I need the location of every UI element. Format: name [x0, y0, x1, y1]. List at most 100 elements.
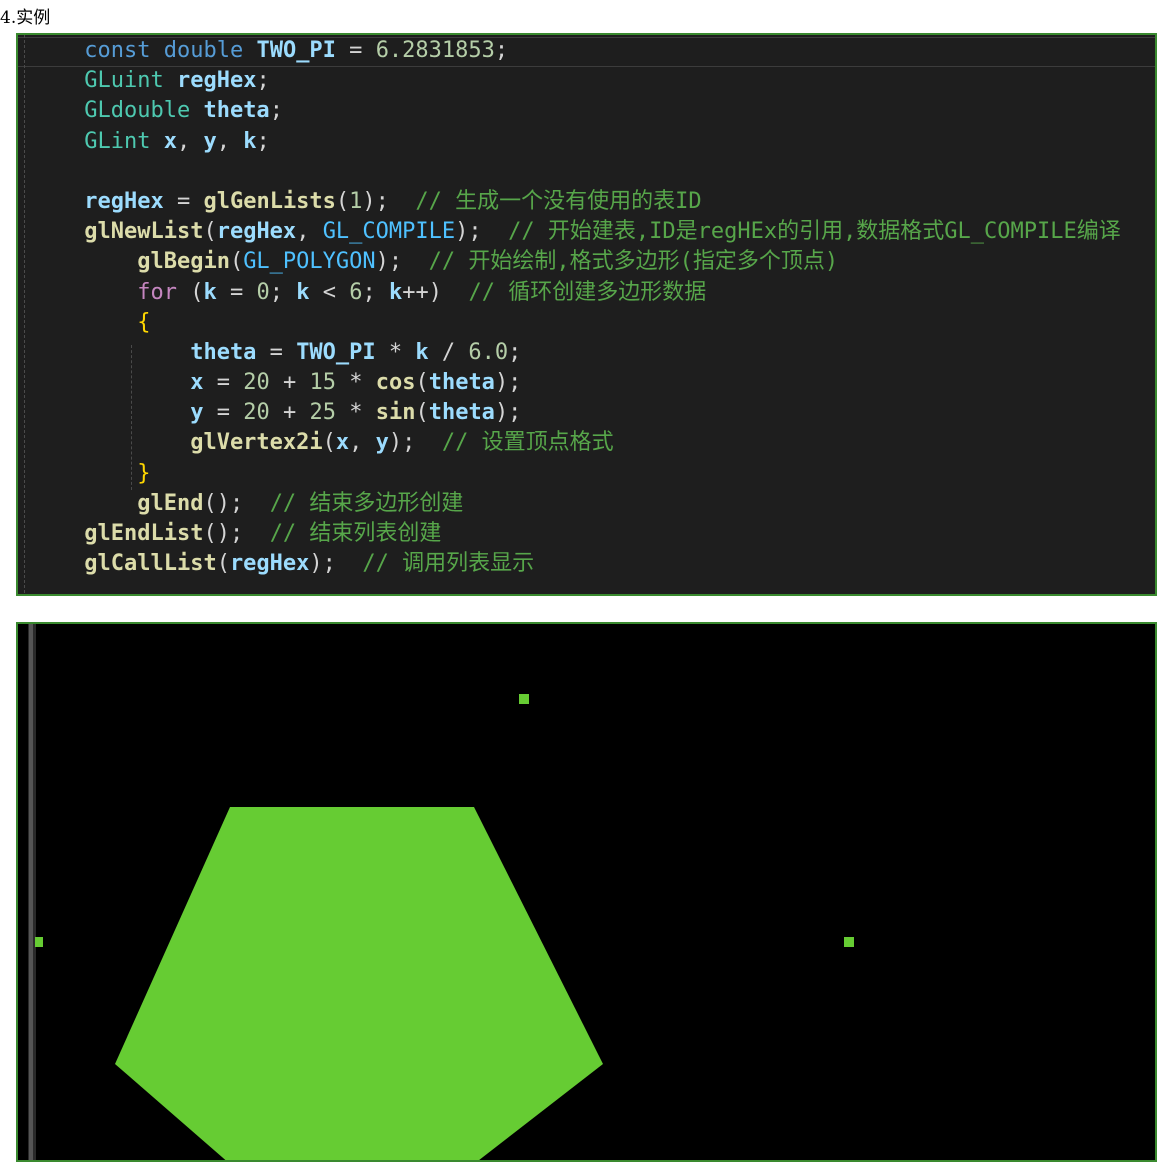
code-token: (	[322, 430, 336, 456]
code-line: GLuint regHex;	[18, 66, 1121, 96]
code-token: x	[190, 370, 204, 396]
code-token: // 结束多边形创建	[269, 490, 464, 516]
code-token: y	[190, 400, 204, 426]
code-token: (	[203, 219, 217, 245]
code-token: k	[415, 339, 429, 365]
code-token: *	[375, 339, 416, 365]
code-line: glCallList(regHex); // 调用列表显示	[18, 549, 1121, 579]
code-token: ,	[296, 219, 323, 245]
code-token: k	[203, 279, 217, 305]
code-line: glEndList(); // 结束列表创建	[18, 519, 1121, 549]
code-token: (	[335, 188, 350, 214]
code-token: regHex	[229, 551, 310, 577]
vertex-point-top	[519, 694, 529, 704]
code-token: k	[296, 279, 310, 305]
code-token: );	[362, 188, 416, 214]
render-canvas	[18, 624, 1155, 1160]
code-token: =	[216, 279, 257, 305]
code-token: ,	[216, 128, 244, 154]
code-token: ();	[203, 521, 270, 546]
code-token: regHex	[176, 68, 257, 94]
code-token: sin	[375, 400, 416, 426]
code-token: ();	[203, 490, 270, 516]
code-token: x	[335, 430, 350, 456]
code-token: 6.2831853	[375, 38, 495, 63]
code-token: =	[203, 400, 244, 426]
code-token: GLdouble	[84, 98, 191, 124]
code-token: ;	[256, 128, 270, 154]
code-token: k	[243, 128, 257, 154]
code-token: ;	[269, 98, 283, 124]
code-token: ;	[269, 279, 297, 305]
code-line: glEnd(); // 结束多边形创建	[18, 489, 1121, 519]
code-token: =	[163, 188, 204, 214]
code-token: );	[494, 370, 522, 396]
code-token: glGenLists	[203, 188, 336, 214]
code-line: {	[18, 308, 1121, 338]
code-token: glVertex2i	[190, 430, 323, 456]
code-line: x = 20 + 15 * cos(theta);	[18, 368, 1121, 398]
code-token: ;	[256, 68, 270, 94]
code-token: GLint	[84, 128, 151, 154]
code-token: GL_POLYGON	[243, 249, 376, 275]
code-line: GLdouble theta;	[18, 96, 1121, 126]
window-edge-bar	[29, 624, 33, 1160]
code-token: glCallList	[84, 551, 217, 577]
code-token: // 结束列表创建	[269, 521, 442, 546]
code-token: 1	[349, 188, 363, 214]
code-token: regHex	[216, 219, 297, 245]
code-token: GL_COMPILE	[322, 219, 456, 245]
code-token: glBegin	[137, 249, 230, 275]
code-token: 15	[309, 370, 336, 396]
code-token: 6	[349, 279, 363, 305]
code-token: glEndList	[84, 521, 204, 546]
code-line: regHex = glGenLists(1); // 生成一个没有使用的表ID	[18, 187, 1121, 217]
code-token: ++)	[402, 279, 469, 305]
code-token: ;	[494, 38, 509, 63]
code-line	[18, 157, 1121, 187]
code-token: theta	[428, 370, 495, 396]
code-token: // 循环创建多边形数据	[468, 279, 707, 305]
code-token: x	[163, 128, 177, 154]
code-token: cos	[375, 370, 416, 396]
code-token: (	[229, 249, 244, 275]
code-token: (	[415, 400, 429, 426]
code-token: =	[256, 339, 297, 365]
code-token: );	[375, 249, 429, 275]
code-token: // 开始建表,ID是regHEx的引用,数据格式GL_COMPILE编译	[508, 219, 1121, 245]
code-token: );	[455, 219, 509, 245]
code-line: }	[18, 459, 1121, 489]
code-token: }	[137, 460, 151, 486]
code-token: ,	[349, 430, 376, 456]
code-token: double	[163, 38, 244, 63]
code-token: /	[428, 339, 469, 365]
code-editor-panel: const double TWO_PI = 6.2831853; GLuint …	[16, 33, 1157, 596]
code-token: (	[216, 551, 230, 577]
code-line: const double TWO_PI = 6.2831853;	[18, 36, 1121, 66]
code-line: glVertex2i(x, y); // 设置顶点格式	[18, 428, 1121, 458]
code-token: // 调用列表显示	[362, 551, 535, 577]
code-line: GLint x, y, k;	[18, 127, 1121, 157]
code-token: (	[176, 279, 204, 305]
